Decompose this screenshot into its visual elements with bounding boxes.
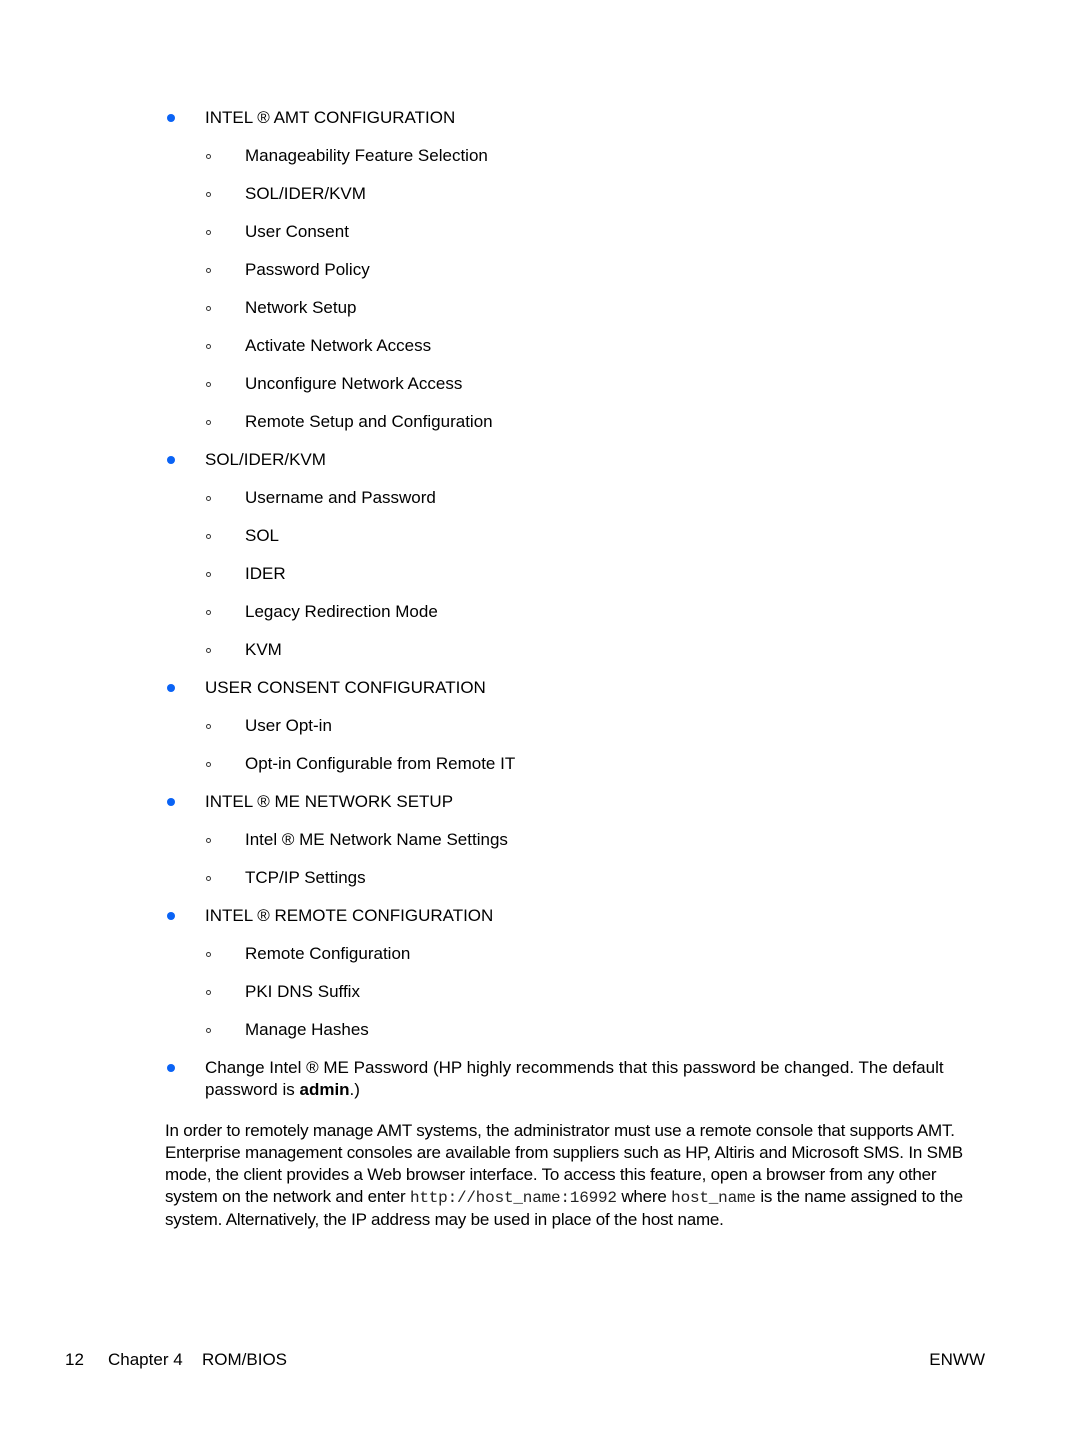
password-note-text: Change Intel ® ME Password (HP highly re…	[205, 1057, 945, 1101]
list-item: Intel ® ME Network Name Settings	[0, 829, 1080, 851]
list-item-label: Password Policy	[245, 260, 370, 279]
list-item-label: User Opt-in	[245, 716, 332, 735]
list-item: Username and Password	[0, 487, 1080, 509]
list-item-label: SOL	[245, 526, 280, 545]
section-heading: SOL/IDER/KVM	[0, 449, 1080, 471]
list-item: SOL	[0, 525, 1080, 547]
list-item-label: KVM	[245, 640, 282, 659]
list-item: KVM	[0, 639, 1080, 661]
list-item-label: Intel ® ME Network Name Settings	[245, 830, 508, 849]
hollow-bullet-icon	[206, 230, 211, 235]
list-item: Unconfigure Network Access	[0, 373, 1080, 395]
bullet-icon	[167, 798, 175, 806]
hollow-bullet-icon	[206, 876, 211, 881]
bullet-icon	[167, 456, 175, 464]
hollow-bullet-icon	[206, 344, 211, 349]
hollow-bullet-icon	[206, 192, 211, 197]
hollow-bullet-icon	[206, 306, 211, 311]
hollow-bullet-icon	[206, 724, 211, 729]
bullet-icon	[167, 912, 175, 920]
list-item-label: Activate Network Access	[245, 336, 432, 355]
list-item: TCP/IP Settings	[0, 867, 1080, 889]
list-item-label: Manage Hashes	[245, 1020, 369, 1039]
list-item-label: IDER	[245, 564, 286, 583]
locale-label: ENWW	[929, 1350, 985, 1369]
list-item-label: Username and Password	[245, 488, 436, 507]
hollow-bullet-icon	[206, 990, 211, 995]
list-item-label: TCP/IP Settings	[245, 868, 366, 887]
list-item: Activate Network Access	[0, 335, 1080, 357]
section-heading: INTEL ® ME NETWORK SETUP	[0, 791, 1080, 813]
list-item-label: PKI DNS Suffix	[245, 982, 360, 1001]
chapter-label: Chapter 4	[108, 1350, 183, 1369]
list-item-label: Remote Configuration	[245, 944, 411, 963]
hollow-bullet-icon	[206, 838, 211, 843]
url-code: http://host_name:16992	[409, 1189, 617, 1207]
paragraph-text: where	[616, 1187, 672, 1206]
list-item-label: Network Setup	[245, 298, 357, 317]
list-item: Manage Hashes	[0, 1019, 1080, 1041]
hollow-bullet-icon	[206, 420, 211, 425]
note-text: .)	[349, 1080, 360, 1099]
list-item: Remote Configuration	[0, 943, 1080, 965]
section-heading: USER CONSENT CONFIGURATION	[0, 677, 1080, 699]
settings-outline-list: INTEL ® AMT CONFIGURATION Manageability F…	[0, 107, 1080, 1117]
document-page: INTEL ® AMT CONFIGURATION Manageability F…	[0, 0, 1080, 1437]
list-item: Remote Setup and Configuration	[0, 411, 1080, 433]
list-item-label: Unconfigure Network Access	[245, 374, 463, 393]
section-label: ROM/BIOS	[202, 1350, 288, 1369]
hollow-bullet-icon	[206, 648, 211, 653]
hollow-bullet-icon	[206, 1028, 211, 1033]
section-title: USER CONSENT CONFIGURATION	[205, 678, 486, 697]
bullet-icon	[167, 684, 175, 692]
section-title: SOL/IDER/KVM	[205, 450, 326, 469]
hollow-bullet-icon	[206, 762, 211, 767]
hollow-bullet-icon	[206, 952, 211, 957]
list-item: IDER	[0, 563, 1080, 585]
hollow-bullet-icon	[206, 382, 211, 387]
list-item-label: SOL/IDER/KVM	[245, 184, 366, 203]
list-item: Manageability Feature Selection	[0, 145, 1080, 167]
bullet-icon	[167, 114, 175, 122]
list-item: Opt-in Configurable from Remote IT	[0, 753, 1080, 775]
list-item-label: Manageability Feature Selection	[245, 146, 488, 165]
hollow-bullet-icon	[206, 268, 211, 273]
hollow-bullet-icon	[206, 534, 211, 539]
list-item-label: Legacy Redirection Mode	[245, 602, 438, 621]
section-title: INTEL ® REMOTE CONFIGURATION	[205, 906, 494, 925]
remote-management-paragraph: In order to remotely manage AMT systems,…	[165, 1120, 985, 1231]
list-item: User Opt-in	[0, 715, 1080, 737]
section-heading: INTEL ® REMOTE CONFIGURATION	[0, 905, 1080, 927]
hollow-bullet-icon	[206, 610, 211, 615]
section-title: INTEL ® ME NETWORK SETUP	[205, 792, 454, 811]
bullet-icon	[167, 1064, 175, 1072]
section-title: INTEL ® AMT CONFIGURATION	[205, 108, 456, 127]
hollow-bullet-icon	[206, 572, 211, 577]
hollow-bullet-icon	[206, 154, 211, 159]
hostname-code: host_name	[671, 1189, 756, 1207]
page-number: 12	[65, 1350, 84, 1369]
list-item: Legacy Redirection Mode	[0, 601, 1080, 623]
password-note: Change Intel ® ME Password (HP highly re…	[0, 1057, 945, 1101]
list-item-label: Opt-in Configurable from Remote IT	[245, 754, 516, 773]
list-item: PKI DNS Suffix	[0, 981, 1080, 1003]
list-item: Password Policy	[0, 259, 1080, 281]
list-item: SOL/IDER/KVM	[0, 183, 1080, 205]
list-item: Network Setup	[0, 297, 1080, 319]
default-password: admin	[299, 1080, 350, 1099]
list-item: User Consent	[0, 221, 1080, 243]
section-heading: INTEL ® AMT CONFIGURATION	[0, 107, 1080, 129]
list-item-label: User Consent	[245, 222, 349, 241]
hollow-bullet-icon	[206, 496, 211, 501]
list-item-label: Remote Setup and Configuration	[245, 412, 493, 431]
